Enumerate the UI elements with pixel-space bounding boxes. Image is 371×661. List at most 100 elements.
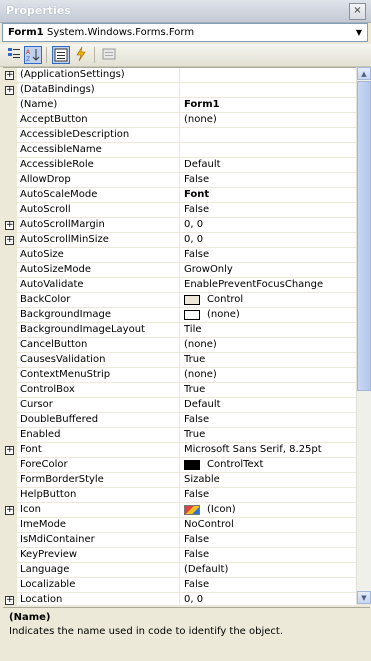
- property-row[interactable]: AutoSizeMode GrowOnly: [3, 263, 356, 278]
- column-divider[interactable]: [179, 578, 180, 593]
- property-value[interactable]: False: [184, 489, 209, 500]
- property-value[interactable]: (none): [207, 309, 240, 320]
- column-divider[interactable]: [179, 353, 180, 368]
- expand-icon[interactable]: +: [5, 71, 14, 80]
- property-row[interactable]: BackgroundImageLayout Tile: [3, 323, 356, 338]
- property-row[interactable]: Localizable False: [3, 578, 356, 593]
- property-row[interactable]: AllowDrop False: [3, 173, 356, 188]
- property-row[interactable]: + AutoScrollMargin 0, 0: [3, 218, 356, 233]
- object-selector[interactable]: Form1 System.Windows.Forms.Form ▼: [2, 23, 368, 42]
- property-row[interactable]: + AutoScrollMinSize 0, 0: [3, 233, 356, 248]
- property-row[interactable]: + (ApplicationSettings): [3, 68, 356, 83]
- property-row[interactable]: Language (Default): [3, 563, 356, 578]
- property-value[interactable]: (none): [184, 114, 217, 125]
- property-grid[interactable]: + (ApplicationSettings) + (DataBindings) (Na…: [3, 67, 356, 605]
- property-row[interactable]: KeyPreview False: [3, 548, 356, 563]
- column-divider[interactable]: [179, 83, 180, 98]
- property-value[interactable]: Microsoft Sans Serif, 8.25pt: [184, 444, 322, 455]
- column-divider[interactable]: [179, 593, 180, 605]
- vertical-scrollbar[interactable]: ▲ ▼: [356, 67, 371, 604]
- property-row[interactable]: Cursor Default: [3, 398, 356, 413]
- column-divider[interactable]: [179, 188, 180, 203]
- property-row[interactable]: IsMdiContainer False: [3, 533, 356, 548]
- property-pages-icon[interactable]: [100, 46, 118, 64]
- column-divider[interactable]: [179, 323, 180, 338]
- column-divider[interactable]: [179, 503, 180, 518]
- property-row[interactable]: (Name) Form1: [3, 98, 356, 113]
- alphabetical-icon[interactable]: AZ: [24, 46, 42, 64]
- property-value[interactable]: Tile: [184, 324, 202, 335]
- property-row[interactable]: CancelButton (none): [3, 338, 356, 353]
- column-divider[interactable]: [179, 533, 180, 548]
- property-value[interactable]: False: [184, 549, 209, 560]
- column-divider[interactable]: [179, 413, 180, 428]
- property-row[interactable]: ImeMode NoControl: [3, 518, 356, 533]
- property-value[interactable]: False: [184, 174, 209, 185]
- column-divider[interactable]: [179, 218, 180, 233]
- property-row[interactable]: AutoSize False: [3, 248, 356, 263]
- property-value[interactable]: 0, 0: [184, 234, 203, 245]
- property-row[interactable]: AutoValidate EnablePreventFocusChange: [3, 278, 356, 293]
- column-divider[interactable]: [179, 233, 180, 248]
- property-value[interactable]: True: [184, 384, 205, 395]
- property-row[interactable]: Enabled True: [3, 428, 356, 443]
- column-divider[interactable]: [179, 278, 180, 293]
- property-row[interactable]: BackColor Control: [3, 293, 356, 308]
- property-row[interactable]: FormBorderStyle Sizable: [3, 473, 356, 488]
- property-row[interactable]: + Icon (Icon): [3, 503, 356, 518]
- property-value[interactable]: False: [184, 204, 209, 215]
- column-divider[interactable]: [179, 473, 180, 488]
- column-divider[interactable]: [179, 248, 180, 263]
- property-row[interactable]: AccessibleDescription: [3, 128, 356, 143]
- property-row[interactable]: DoubleBuffered False: [3, 413, 356, 428]
- property-value[interactable]: (Icon): [207, 504, 236, 515]
- column-divider[interactable]: [179, 203, 180, 218]
- property-value[interactable]: (none): [184, 339, 217, 350]
- column-divider[interactable]: [179, 398, 180, 413]
- column-divider[interactable]: [179, 368, 180, 383]
- property-value[interactable]: True: [184, 429, 205, 440]
- property-row[interactable]: ControlBox True: [3, 383, 356, 398]
- property-row[interactable]: AccessibleName: [3, 143, 356, 158]
- expand-icon[interactable]: +: [5, 446, 14, 455]
- property-value[interactable]: (Default): [184, 564, 228, 575]
- property-value[interactable]: False: [184, 579, 209, 590]
- property-row[interactable]: BackgroundImage (none): [3, 308, 356, 323]
- property-value[interactable]: NoControl: [184, 519, 234, 530]
- property-row[interactable]: AutoScaleMode Font: [3, 188, 356, 203]
- property-value[interactable]: Default: [184, 159, 221, 170]
- column-divider[interactable]: [179, 518, 180, 533]
- property-value[interactable]: ControlText: [207, 459, 263, 470]
- expand-icon[interactable]: +: [5, 86, 14, 95]
- column-divider[interactable]: [179, 488, 180, 503]
- property-row[interactable]: + (DataBindings): [3, 83, 356, 98]
- column-divider[interactable]: [179, 128, 180, 143]
- column-divider[interactable]: [179, 428, 180, 443]
- property-row[interactable]: AcceptButton (none): [3, 113, 356, 128]
- column-divider[interactable]: [179, 548, 180, 563]
- property-row[interactable]: AutoScroll False: [3, 203, 356, 218]
- scroll-down-icon[interactable]: ▼: [357, 591, 371, 604]
- column-divider[interactable]: [179, 293, 180, 308]
- column-divider[interactable]: [179, 338, 180, 353]
- property-value[interactable]: Sizable: [184, 474, 220, 485]
- property-value[interactable]: True: [184, 354, 205, 365]
- column-divider[interactable]: [179, 263, 180, 278]
- categorized-icon[interactable]: [5, 46, 23, 64]
- expand-icon[interactable]: +: [5, 221, 14, 230]
- column-divider[interactable]: [179, 458, 180, 473]
- property-value[interactable]: False: [184, 534, 209, 545]
- property-value[interactable]: Form1: [184, 99, 220, 110]
- close-button[interactable]: ×: [349, 3, 366, 20]
- scroll-thumb[interactable]: [357, 81, 371, 391]
- property-row[interactable]: + Location 0, 0: [3, 593, 356, 605]
- column-divider[interactable]: [179, 563, 180, 578]
- column-divider[interactable]: [179, 383, 180, 398]
- property-value[interactable]: Default: [184, 399, 221, 410]
- property-value[interactable]: 0, 0: [184, 219, 203, 230]
- property-row[interactable]: + Font Microsoft Sans Serif, 8.25pt: [3, 443, 356, 458]
- property-row[interactable]: ContextMenuStrip (none): [3, 368, 356, 383]
- property-value[interactable]: Font: [184, 189, 209, 200]
- properties-icon[interactable]: [52, 46, 70, 64]
- column-divider[interactable]: [179, 443, 180, 458]
